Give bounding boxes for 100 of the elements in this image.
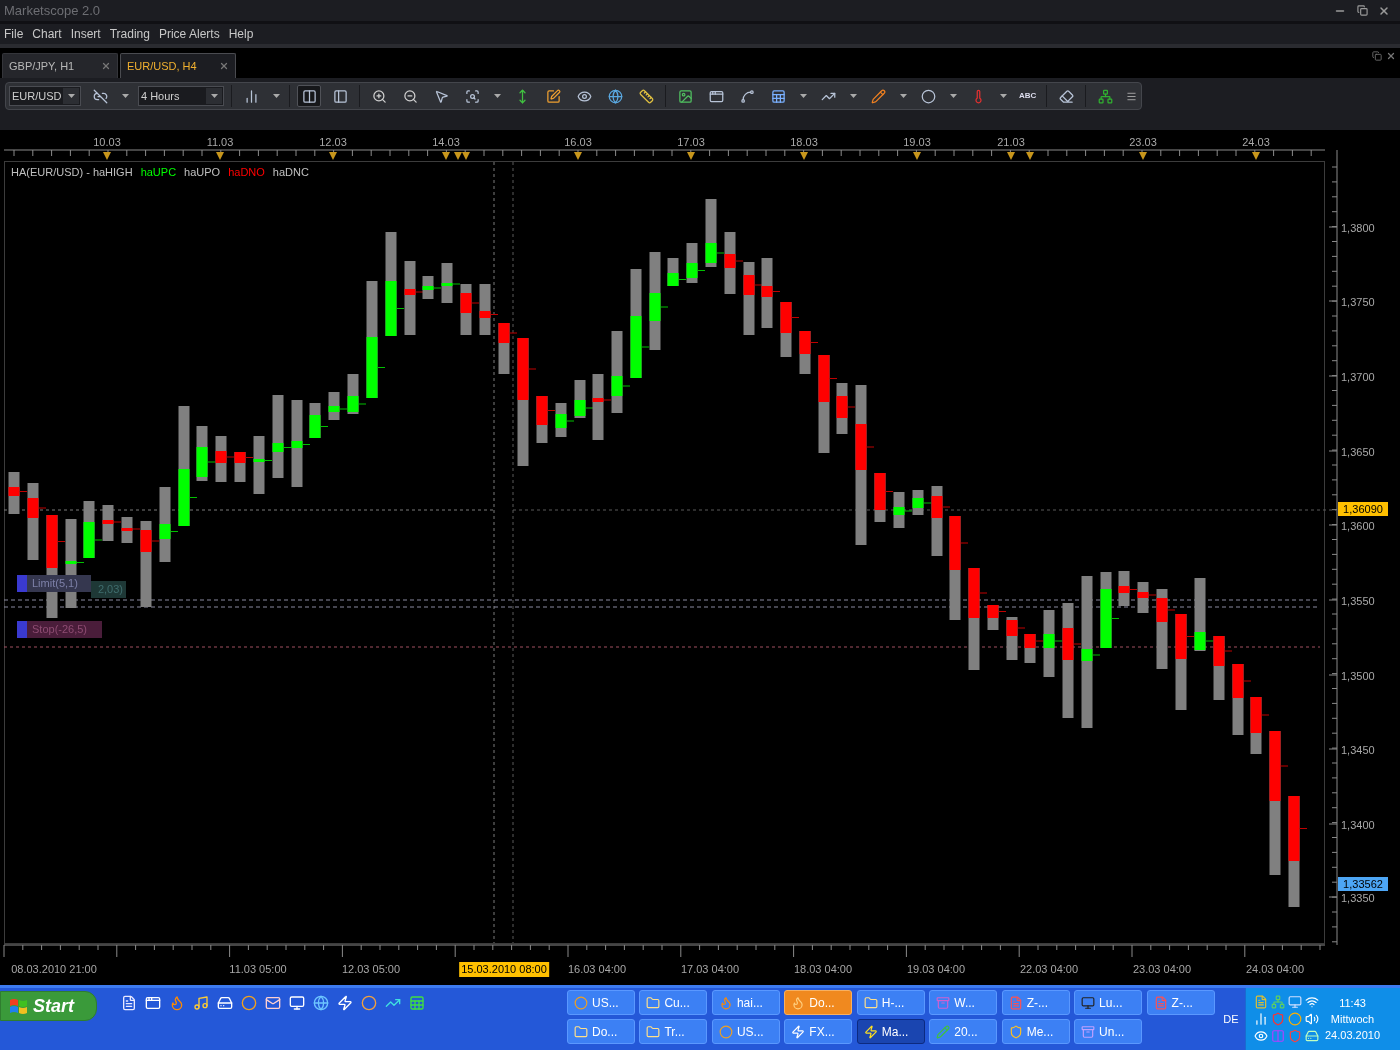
taskbar-window-button[interactable]: Lu... xyxy=(1074,990,1143,1015)
time-label: 19.03 04:00 xyxy=(905,962,967,977)
price-label: 1,3350 xyxy=(1341,892,1375,905)
text-tool-button[interactable]: ABC xyxy=(1016,85,1040,107)
marker-triangle-icon xyxy=(216,152,224,160)
legend-item: HA(EUR/USD) - haHIGH xyxy=(11,165,133,180)
menu-item[interactable]: Price Alerts xyxy=(158,25,220,43)
quick-launch-button[interactable] xyxy=(288,994,305,1011)
time-label: 16.03 04:00 xyxy=(566,962,628,977)
document-icon xyxy=(1008,995,1023,1010)
eraser-icon xyxy=(1058,88,1074,104)
taskbar-window-button[interactable]: Do... xyxy=(784,990,853,1015)
monitor-icon xyxy=(288,994,305,1011)
menu-item[interactable]: Trading xyxy=(109,25,150,43)
time-label: 12.03 05:00 xyxy=(340,962,402,977)
toolbar-button[interactable] xyxy=(297,85,321,107)
price-label: 1,3650 xyxy=(1341,446,1375,459)
folder-icon xyxy=(646,1024,661,1039)
curve-icon xyxy=(739,88,755,104)
caret-icon xyxy=(67,94,75,98)
date-label: 23.03 xyxy=(1129,135,1157,150)
close-icon[interactable] xyxy=(1386,51,1396,61)
taskbar-window-button[interactable]: Z-... xyxy=(1001,990,1070,1015)
edit-icon xyxy=(545,88,561,104)
quick-launch-button[interactable] xyxy=(240,994,257,1011)
circle-icon xyxy=(240,994,257,1011)
restore-icon xyxy=(1356,5,1368,16)
restore-icon[interactable] xyxy=(1372,51,1382,61)
globe-icon xyxy=(312,994,329,1011)
taskbar-window-button[interactable]: W... xyxy=(929,990,998,1015)
time-label: 24.03 04:00 xyxy=(1244,962,1306,977)
clock-day: Mittwoch xyxy=(1330,1011,1375,1027)
caret-icon xyxy=(121,94,129,98)
taskbar-window-button[interactable]: US... xyxy=(567,990,635,1015)
price-marker: 1,33562 xyxy=(1338,877,1388,891)
taskbar-window-button[interactable]: hai... xyxy=(711,990,780,1015)
menu-item[interactable]: Insert xyxy=(70,25,101,43)
time-label: 17.03 04:00 xyxy=(679,962,741,977)
caret-icon xyxy=(949,94,957,98)
taskbar-window-button[interactable]: Do... xyxy=(567,1019,635,1044)
folder-icon xyxy=(646,995,661,1010)
order-label[interactable]: Stop(-26,5) xyxy=(17,621,102,638)
date-label: 21.03 xyxy=(997,135,1025,150)
folder-icon xyxy=(863,995,878,1010)
clock-time: 11:43 xyxy=(1339,996,1366,1011)
language-indicator[interactable]: DE xyxy=(1223,1010,1239,1028)
taskbar-window-button[interactable]: FX... xyxy=(784,1019,853,1044)
quick-launch-button[interactable] xyxy=(120,994,137,1011)
document-icon xyxy=(120,994,137,1011)
chart-tab[interactable]: GBP/JPY, H1 xyxy=(2,53,118,78)
date-label: 16.03 xyxy=(564,135,592,150)
flame-icon xyxy=(791,995,806,1010)
taskbar-window-button[interactable]: US... xyxy=(711,1019,780,1044)
legend-item: haUPO xyxy=(184,165,221,180)
chart-tab[interactable]: EUR/USD, H4 xyxy=(120,53,236,78)
close-tab-icon[interactable] xyxy=(219,61,229,71)
time-label: 15.03.2010 08:00 xyxy=(459,962,549,977)
date-label: 24.03 xyxy=(1242,135,1270,150)
marker-triangle-icon xyxy=(800,152,808,160)
dropdown-field[interactable]: EUR/USD xyxy=(9,86,81,106)
price-label: 1,3450 xyxy=(1341,744,1375,757)
taskbar-window-button[interactable]: Me... xyxy=(1001,1019,1070,1044)
taskbar-window-button[interactable]: Z-... xyxy=(1146,990,1215,1015)
monitor-icon xyxy=(1081,995,1096,1010)
price-label: 1,3600 xyxy=(1341,520,1375,533)
quick-launch-button[interactable] xyxy=(144,994,161,1011)
time-label: 11.03 05:00 xyxy=(228,962,288,977)
taskbar-window-button[interactable]: H-... xyxy=(856,990,925,1015)
price-label: 1,3550 xyxy=(1341,595,1375,608)
date-label: 11.03 xyxy=(206,135,234,150)
bar-chart-icon xyxy=(243,88,259,104)
taskbar-window-button[interactable]: Un... xyxy=(1074,1019,1143,1044)
quick-launch-button[interactable] xyxy=(264,994,281,1011)
columns-icon xyxy=(301,88,317,104)
flame-icon xyxy=(718,995,733,1010)
marker-triangle-icon xyxy=(1026,152,1034,160)
legend-item: haUPC xyxy=(140,165,177,180)
quick-launch-button[interactable] xyxy=(312,994,329,1011)
taskbar-window-button[interactable]: Cu... xyxy=(639,990,708,1015)
speaker-icon[interactable] xyxy=(1305,1012,1319,1026)
start-button[interactable]: Start xyxy=(0,991,97,1021)
taskbar-window-button[interactable]: Ma... xyxy=(856,1019,925,1044)
taskbar-window-button[interactable]: 20... xyxy=(929,1019,998,1044)
caret-icon xyxy=(899,94,907,98)
dropdown-field[interactable]: 4 Hours xyxy=(138,86,224,106)
menu-item[interactable]: File xyxy=(4,25,24,43)
order-label[interactable]: Limit(5,1) xyxy=(17,575,91,592)
legend-item: haDNO xyxy=(228,165,265,180)
caret-icon xyxy=(210,94,218,98)
menu-item[interactable]: Chart xyxy=(32,25,62,43)
price-label: 1,3700 xyxy=(1341,371,1375,384)
restore-button[interactable] xyxy=(1354,2,1370,19)
ruler-icon xyxy=(638,88,654,104)
window-icon xyxy=(708,88,724,104)
drive-icon[interactable] xyxy=(1305,1029,1319,1043)
taskbar-window-button[interactable]: Tr... xyxy=(639,1019,708,1044)
menu-item[interactable]: Help xyxy=(228,25,254,43)
wifi-icon[interactable] xyxy=(1305,995,1319,1009)
close-tab-icon[interactable] xyxy=(101,61,111,71)
archive-icon xyxy=(936,995,951,1010)
